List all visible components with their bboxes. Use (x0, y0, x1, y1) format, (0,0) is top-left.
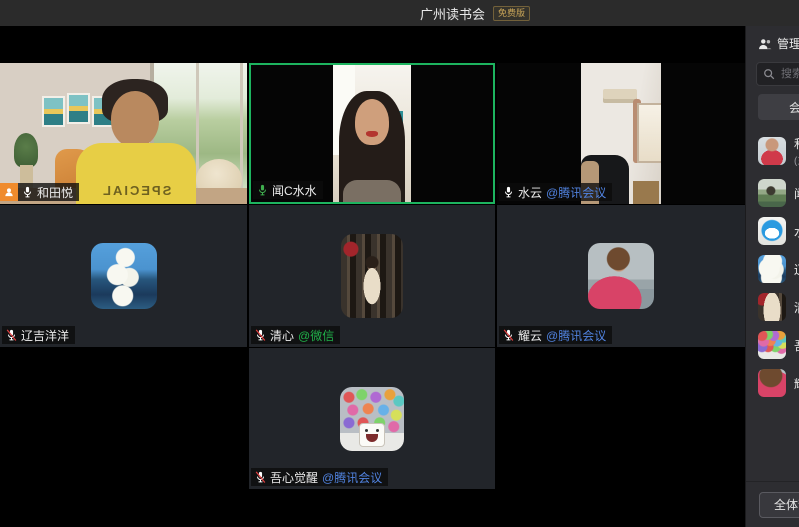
member-row[interactable]: 吾心觉醒 (746, 326, 799, 364)
shirt-text: SPECIAL (101, 183, 171, 198)
video-tile-shuiyun[interactable]: 水云 @腾讯会议 (497, 63, 745, 204)
participant-name: 耀云 (518, 327, 542, 344)
mic-speaking-icon (257, 183, 268, 197)
search-icon (763, 68, 775, 80)
platform-suffix: @腾讯会议 (322, 469, 382, 486)
member-list: 和田悦 (主持人, 我) 闻C水水 水云 辽吉洋洋 清心 (746, 128, 799, 402)
member-row-host[interactable]: 和田悦 (主持人, 我) (746, 128, 799, 174)
member-name: 清心 (794, 299, 799, 316)
video-tile-hetianyue[interactable]: SPECIAL 和田悦 (0, 63, 247, 204)
platform-suffix: @腾讯会议 (546, 327, 606, 344)
participant-label: 闻C水水 (253, 181, 323, 199)
panel-footer: 全体静音 (746, 481, 799, 527)
meeting-title: 广州读书会 (420, 4, 485, 23)
mic-muted-icon (503, 328, 514, 342)
participant-label: 清心 @微信 (251, 326, 340, 344)
red-lady-avatar (758, 369, 786, 397)
video-tile-qingxin[interactable]: 清心 @微信 (249, 205, 495, 347)
participant-name: 辽吉洋洋 (21, 327, 69, 344)
video-tile-yaoyun[interactable]: 耀云 @腾讯会议 (497, 205, 745, 347)
member-avatar (758, 179, 786, 207)
panel-header: 管理成员 (746, 26, 799, 60)
participant-label: 和田悦 (0, 183, 79, 201)
participant-name: 和田悦 (37, 184, 73, 201)
mic-on-icon (22, 185, 33, 199)
titlebar: 广州读书会 免费版 (0, 0, 799, 26)
participant-name: 吾心觉醒 (270, 469, 318, 486)
meeting-tab[interactable]: 会 (758, 94, 799, 120)
member-name: 耀云 (794, 375, 799, 392)
video-grid: SPECIAL 和田悦 (0, 26, 745, 527)
platform-suffix: @腾讯会议 (546, 184, 606, 201)
video-tile-wencshuishui[interactable]: 闻C水水 (249, 63, 495, 204)
mic-muted-icon (255, 470, 266, 484)
member-row[interactable]: 清心 (746, 288, 799, 326)
free-version-badge: 免费版 (493, 6, 530, 21)
daisy-avatar (758, 255, 786, 283)
member-role: (主持人, 我) (794, 152, 799, 167)
member-avatar (758, 137, 786, 165)
mic-on-icon (503, 185, 514, 199)
member-name: 和田悦 (794, 135, 799, 152)
host-icon (0, 183, 18, 201)
member-name: 辽吉洋洋 (794, 261, 799, 278)
doorway-avatar (341, 234, 403, 318)
emoji-crowd-avatar (758, 331, 786, 359)
doorway-avatar (758, 293, 786, 321)
video-tile-liaojiyangyang[interactable]: 辽吉洋洋 (0, 205, 247, 347)
doraemon-avatar (758, 217, 786, 245)
member-search-input[interactable] (779, 67, 799, 81)
participant-name: 闻C水水 (272, 182, 317, 199)
meeting-tab-label: 会 (789, 99, 799, 116)
video-feed-portrait (333, 65, 411, 202)
participant-name: 清心 (270, 327, 294, 344)
participant-label: 耀云 @腾讯会议 (499, 326, 612, 344)
mic-muted-icon (255, 328, 266, 342)
participant-label: 水云 @腾讯会议 (499, 183, 612, 201)
mic-muted-icon (6, 328, 17, 342)
member-name: 水云 (794, 223, 799, 240)
members-icon (758, 38, 772, 50)
red-lady-avatar (588, 243, 654, 309)
member-name: 吾心觉醒 (794, 337, 799, 354)
member-row[interactable]: 闻C水水 (746, 174, 799, 212)
member-row[interactable]: 水云 (746, 212, 799, 250)
member-name: 闻C水水 (794, 185, 799, 202)
manage-members-panel: 管理成员 会 和田悦 (主持人, 我) 闻C水水 水云 (745, 26, 799, 527)
participant-name: 水云 (518, 184, 542, 201)
platform-suffix: @微信 (298, 327, 334, 344)
member-search-box[interactable] (756, 62, 799, 86)
member-row[interactable]: 辽吉洋洋 (746, 250, 799, 288)
video-tile-wuxinjuexing[interactable]: 吾心觉醒 @腾讯会议 (249, 348, 495, 489)
emoji-crowd-avatar (340, 387, 404, 451)
daisy-avatar (91, 243, 157, 309)
participant-label: 吾心觉醒 @腾讯会议 (251, 468, 388, 486)
meeting-window: 广州读书会 免费版 SPECIAL (0, 0, 799, 527)
member-row[interactable]: 耀云 (746, 364, 799, 402)
panel-title: 管理成员 (777, 35, 799, 52)
mute-all-button[interactable]: 全体静音 (759, 492, 799, 518)
participant-label: 辽吉洋洋 (2, 326, 75, 344)
